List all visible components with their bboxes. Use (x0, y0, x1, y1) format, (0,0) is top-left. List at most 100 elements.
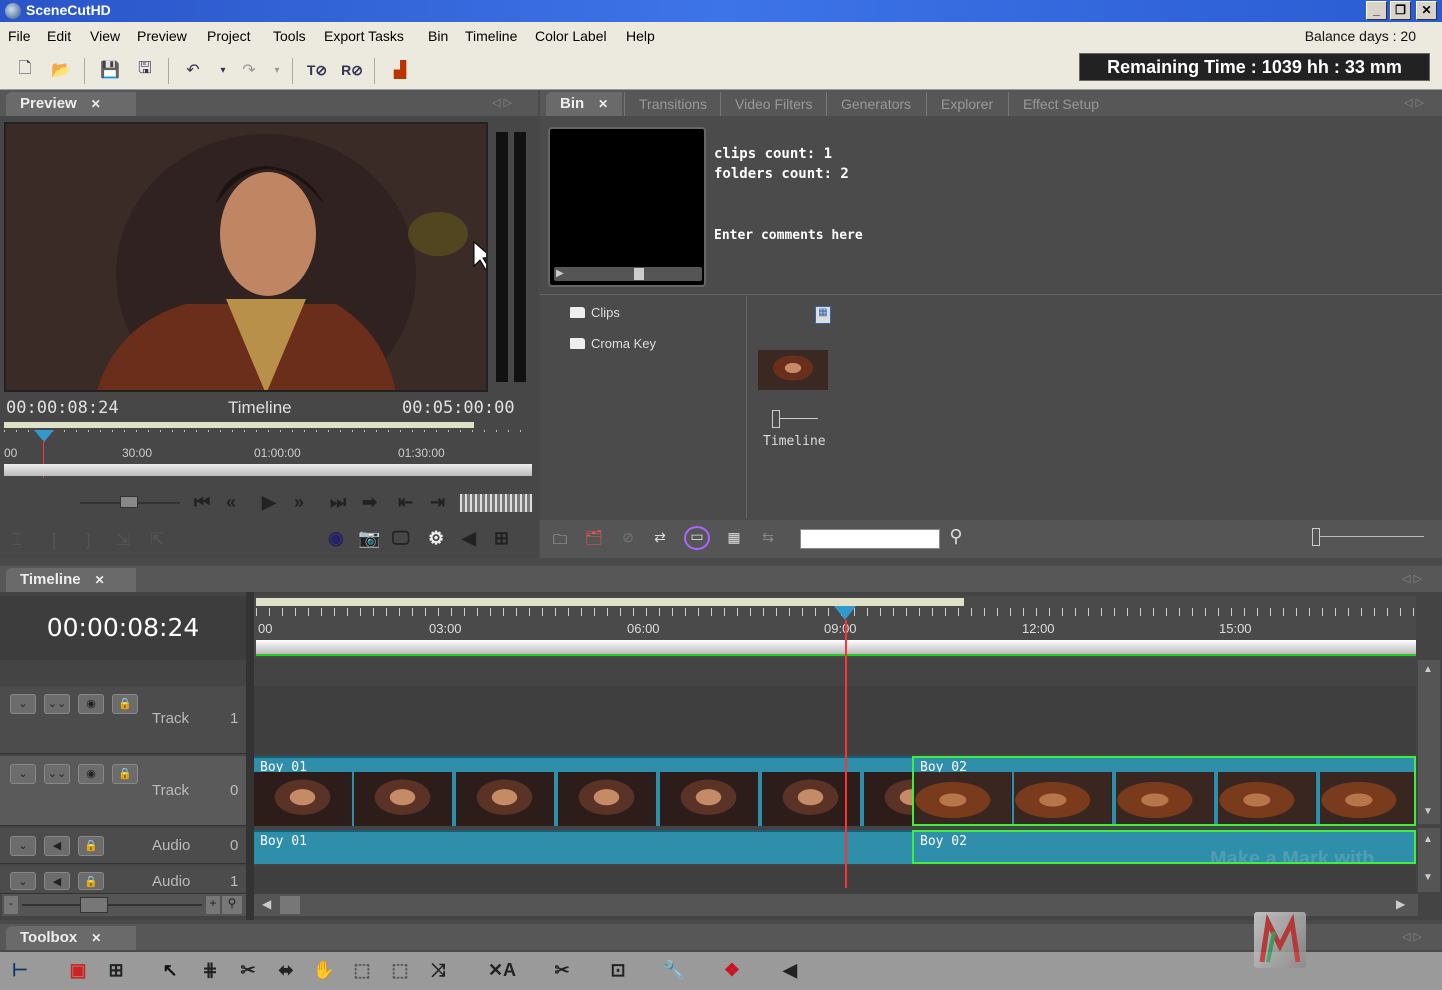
scroll-up-icon[interactable]: ▲ (1423, 664, 1433, 675)
save-as-icon[interactable]: 🖫 (132, 58, 158, 82)
go-to-start-icon[interactable]: ⏮ (194, 492, 210, 513)
ripple-tool-icon[interactable]: ⬚ (386, 957, 414, 983)
menu-preview[interactable]: Preview (137, 28, 187, 44)
import-icon[interactable]: ⇄ (650, 529, 670, 547)
minimize-button[interactable]: _ (1366, 1, 1387, 20)
close-window-button[interactable]: ✕ (1416, 1, 1437, 20)
menu-file[interactable]: File (8, 28, 31, 44)
close-tab-icon[interactable]: ✕ (91, 97, 101, 111)
open-folder-icon[interactable]: 📂 (48, 58, 74, 82)
lock-icon[interactable]: 🔒 (78, 836, 104, 856)
safe-area-icon[interactable]: ⊞ (494, 528, 509, 549)
fast-forward-icon[interactable]: » (294, 492, 304, 513)
select-pointer-icon[interactable]: ↖ (156, 957, 184, 983)
preview-range-bar[interactable] (4, 422, 474, 428)
search-icon[interactable]: ⚲ (946, 526, 966, 546)
preview-scrollbar[interactable] (4, 464, 532, 476)
tab-effect-setup[interactable]: Effect Setup (1008, 92, 1113, 116)
mark-in-icon[interactable]: ⇤ (398, 492, 413, 513)
scroll-right-icon[interactable]: ▶ (1396, 897, 1405, 911)
rewind-icon[interactable]: « (226, 492, 236, 513)
volume-speaker-icon[interactable]: ◀ (462, 528, 476, 549)
track-lane-video-1[interactable] (254, 686, 1416, 754)
link-tool-icon[interactable]: ⊡ (604, 957, 632, 983)
speaker-icon[interactable]: ◀ (44, 836, 70, 856)
folder-clips[interactable]: Clips (570, 305, 620, 320)
scroll-left-icon[interactable]: ◀ (262, 897, 271, 911)
audio-tool-icon[interactable]: ◀ (776, 957, 804, 983)
thumbnail-view-icon[interactable]: ▦ (724, 529, 744, 547)
view-monitor-icon[interactable]: ▭ (684, 526, 710, 550)
insert-track-icon[interactable]: ⊢ (6, 957, 34, 983)
collapse-chevron-icon[interactable]: ⌄ (10, 764, 36, 784)
title-tool-icon[interactable]: T⊘ (304, 58, 330, 82)
folder-croma-key[interactable]: Croma Key (570, 336, 656, 351)
tab-bin[interactable]: Bin ✕ (546, 92, 622, 116)
range-tool-icon[interactable]: ⬚ (348, 957, 376, 983)
lock-icon[interactable]: 🔒 (112, 764, 138, 784)
close-tab-icon[interactable]: ✕ (598, 97, 608, 111)
tab-toolbox[interactable]: Toolbox ✕ (6, 926, 136, 950)
video-clip-boy-01[interactable]: Boy 01 (254, 756, 912, 826)
track-zoom-handle[interactable] (80, 897, 108, 913)
capture-icon[interactable]: ◉ (328, 528, 344, 549)
comments-field[interactable]: Enter comments here (714, 228, 863, 243)
restore-button[interactable]: ❐ (1390, 1, 1411, 20)
zoom-out-button[interactable]: - (4, 896, 18, 914)
eye-icon[interactable]: ◉ (78, 764, 104, 784)
cut-tool-icon[interactable]: ✂ (548, 957, 576, 983)
menu-project[interactable]: Project (207, 28, 251, 44)
bin-search-input[interactable] (800, 529, 940, 549)
audio-tracks-scrollbar[interactable]: ▲ ▼ (1418, 828, 1440, 892)
scroll-down-icon[interactable]: ▼ (1423, 872, 1433, 883)
play-icon[interactable]: ▶ (262, 492, 276, 513)
wrench-tool-icon[interactable]: 🔧 (660, 957, 688, 983)
save-icon[interactable]: 💾 (97, 58, 123, 82)
panel-nav-arrows[interactable]: ◁ ▷ (1402, 930, 1422, 943)
split-tool-icon[interactable]: ⊞ (102, 957, 130, 983)
thumb-play-icon[interactable]: ▶ (556, 268, 564, 279)
speaker-icon[interactable]: ◀ (44, 872, 70, 890)
jog-wheel[interactable] (460, 494, 532, 512)
timeline-range-bar[interactable] (256, 598, 964, 606)
next-frame-icon[interactable]: ➡ (362, 492, 377, 513)
audio-clip-boy-01[interactable]: Boy 01 (254, 830, 912, 864)
redo-icon[interactable]: ↷ (236, 58, 262, 82)
scroll-down-icon[interactable]: ▼ (1423, 806, 1433, 817)
tab-explorer[interactable]: Explorer (926, 92, 1007, 116)
zoom-magnifier-icon[interactable]: ⚲ (222, 896, 242, 914)
lock-icon[interactable]: 🔒 (112, 694, 138, 714)
text-tool-icon[interactable]: ✕A (484, 957, 520, 983)
undo-icon[interactable]: ↶ (180, 58, 206, 82)
zoom-slider-track[interactable] (1320, 536, 1424, 537)
tab-timeline[interactable]: Timeline ✕ (6, 568, 136, 592)
track-zoom-slider[interactable] (22, 904, 202, 906)
tab-generators[interactable]: Generators (826, 92, 925, 116)
menu-color-label[interactable]: Color Label (535, 28, 607, 44)
panel-nav-arrows[interactable]: ◁ ▷ (1404, 96, 1424, 109)
chart-icon[interactable]: ▟ (387, 58, 413, 82)
delete-folder-icon[interactable]: 🗂 (584, 529, 604, 547)
color-tool-icon[interactable]: ❖ (718, 957, 746, 983)
monitor-icon[interactable]: 🖵 (392, 528, 409, 549)
timeline-horizontal-scrollbar[interactable]: ◀ ▶ (254, 894, 1418, 916)
bin-clip-thumbnail[interactable] (758, 350, 828, 390)
collapse-chevron-icon[interactable]: ⌄ (10, 694, 36, 714)
panel-nav-arrows[interactable]: ◁ ▷ (1402, 572, 1422, 585)
undo-dropdown-icon[interactable]: ▾ (210, 58, 236, 82)
menu-edit[interactable]: Edit (47, 28, 71, 44)
render-tool-icon[interactable]: R⊘ (339, 58, 365, 82)
expand-chevron-icon[interactable]: ⌄⌄ (44, 694, 70, 714)
audio-clip-boy-02[interactable]: Boy 02 Make a Mark with (912, 830, 1416, 864)
redo-dropdown-icon[interactable]: ▾ (264, 58, 290, 82)
scroll-thumb[interactable] (280, 896, 300, 914)
close-tab-icon[interactable]: ✕ (91, 931, 101, 945)
eye-icon[interactable]: ◉ (78, 694, 104, 714)
menu-bin[interactable]: Bin (428, 28, 448, 44)
shuttle-slider-handle[interactable] (120, 496, 138, 508)
collapse-chevron-icon[interactable]: ⌄ (10, 872, 36, 890)
preview-playhead-marker[interactable] (34, 430, 54, 442)
scroll-up-icon[interactable]: ▲ (1423, 834, 1433, 845)
settings-gear-icon[interactable]: ⚙ (428, 528, 444, 549)
zoom-in-button[interactable]: + (206, 896, 220, 914)
